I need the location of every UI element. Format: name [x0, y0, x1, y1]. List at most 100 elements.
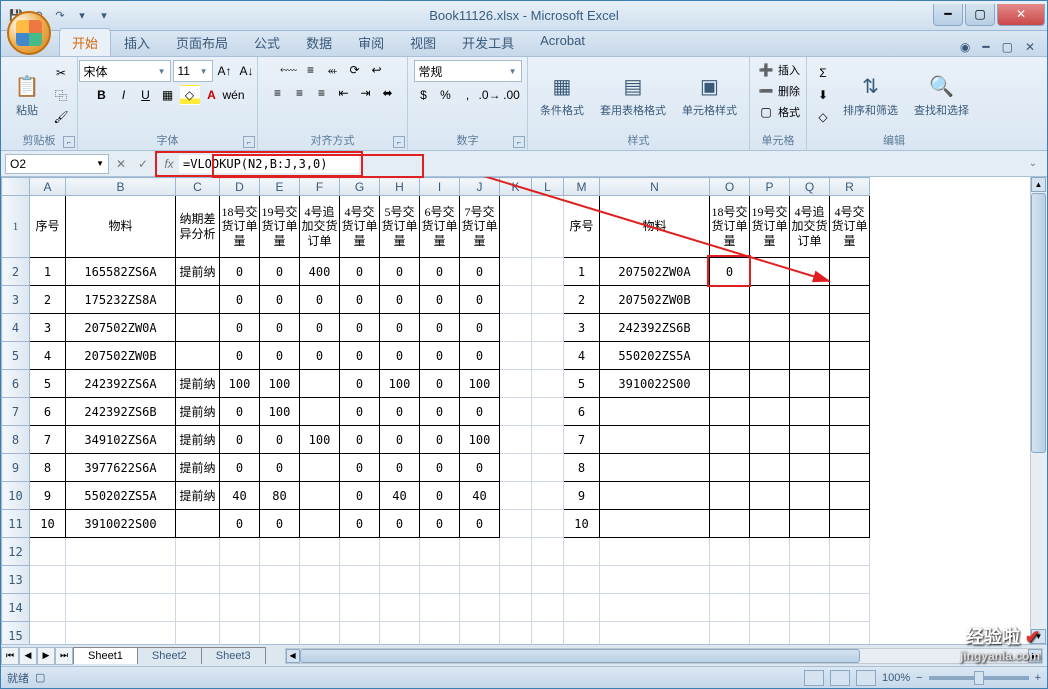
align-center-icon[interactable]: ≡: [290, 83, 310, 103]
copy-icon[interactable]: ⿻: [51, 85, 71, 105]
font-size-combo[interactable]: 11▼: [173, 60, 213, 82]
align-right-icon[interactable]: ≡: [312, 83, 332, 103]
indent-decrease-icon[interactable]: ⇤: [334, 83, 354, 103]
currency-icon[interactable]: $: [414, 85, 434, 105]
sort-filter-button[interactable]: ⇅排序和筛选: [837, 70, 904, 120]
underline-icon[interactable]: U: [136, 85, 156, 105]
indent-increase-icon[interactable]: ⇥: [356, 83, 376, 103]
select-all-corner[interactable]: [2, 178, 30, 196]
percent-icon[interactable]: %: [436, 85, 456, 105]
align-mid-icon[interactable]: ≡: [301, 60, 321, 80]
macro-icon[interactable]: ▢: [35, 671, 45, 684]
orientation-icon[interactable]: ⟳: [345, 60, 365, 80]
row-header-13[interactable]: 13: [2, 566, 30, 594]
cut-icon[interactable]: ✂: [51, 63, 71, 83]
ribbon-help-icon[interactable]: ◉: [956, 38, 974, 56]
formula-input[interactable]: =VLOOKUP(N2,B:J,3,0): [179, 155, 359, 173]
align-bot-icon[interactable]: ⬴: [323, 60, 343, 80]
paste-button[interactable]: 📋 粘贴: [7, 70, 47, 120]
sheet-tab-Sheet3[interactable]: Sheet3: [201, 647, 266, 664]
enter-formula-icon[interactable]: ✓: [133, 154, 153, 174]
zoom-out-icon[interactable]: −: [916, 672, 922, 684]
close-button[interactable]: ✕: [997, 4, 1045, 26]
name-box[interactable]: O2▼: [5, 154, 109, 174]
row-header-10[interactable]: 10: [2, 482, 30, 510]
row-header-7[interactable]: 7: [2, 398, 30, 426]
zoom-level[interactable]: 100%: [882, 672, 910, 684]
row-header-9[interactable]: 9: [2, 454, 30, 482]
tab-页面布局[interactable]: 页面布局: [163, 28, 241, 56]
undo-dd-icon[interactable]: ▾: [73, 7, 91, 25]
row-header-5[interactable]: 5: [2, 342, 30, 370]
delete-cells-icon[interactable]: ➖: [756, 81, 776, 101]
conditional-format-button[interactable]: ▦条件格式: [534, 70, 590, 120]
col-header-Q[interactable]: Q: [790, 178, 830, 196]
tab-Acrobat[interactable]: Acrobat: [527, 28, 598, 56]
ribbon-min-icon[interactable]: ━: [978, 38, 993, 56]
normal-view-icon[interactable]: [804, 670, 824, 686]
row-header-15[interactable]: 15: [2, 622, 30, 645]
row-header-3[interactable]: 3: [2, 286, 30, 314]
tab-插入[interactable]: 插入: [111, 28, 163, 56]
format-painter-icon[interactable]: 🖌: [51, 107, 71, 127]
qat-more-icon[interactable]: ▾: [95, 7, 113, 25]
row-header-1[interactable]: 1: [2, 196, 30, 258]
cell-styles-button[interactable]: ▣单元格样式: [676, 70, 743, 120]
shrink-font-icon[interactable]: A↓: [237, 61, 257, 81]
office-button[interactable]: [7, 11, 51, 55]
tab-开发工具[interactable]: 开发工具: [449, 28, 527, 56]
col-header-J[interactable]: J: [460, 178, 500, 196]
spreadsheet-grid[interactable]: ABCDEFGHIJKLMNOPQR1序号物料纳期差异分析18号交货订单量19号…: [1, 177, 870, 644]
grow-font-icon[interactable]: A↑: [215, 61, 235, 81]
dec-decimal-icon[interactable]: .00: [502, 85, 522, 105]
cancel-formula-icon[interactable]: ✕: [111, 154, 131, 174]
page-layout-view-icon[interactable]: [830, 670, 850, 686]
row-header-12[interactable]: 12: [2, 538, 30, 566]
doc-restore-icon[interactable]: ▢: [998, 38, 1017, 56]
col-header-I[interactable]: I: [420, 178, 460, 196]
wrap-text-icon[interactable]: ↩: [367, 60, 387, 80]
col-header-A[interactable]: A: [30, 178, 66, 196]
row-header-6[interactable]: 6: [2, 370, 30, 398]
align-left-icon[interactable]: ≡: [268, 83, 288, 103]
tab-开始[interactable]: 开始: [59, 28, 111, 56]
row-header-14[interactable]: 14: [2, 594, 30, 622]
table-format-button[interactable]: ▤套用表格格式: [594, 70, 672, 120]
fill-icon[interactable]: ⬇: [813, 85, 833, 105]
col-header-O[interactable]: O: [710, 178, 750, 196]
sheet-tab-Sheet1[interactable]: Sheet1: [73, 647, 138, 664]
zoom-in-icon[interactable]: +: [1035, 672, 1041, 684]
sheet-tab-Sheet2[interactable]: Sheet2: [137, 647, 202, 664]
redo-icon[interactable]: ↷: [51, 7, 69, 25]
zoom-slider[interactable]: [929, 676, 1029, 680]
maximize-button[interactable]: ▢: [965, 4, 995, 26]
col-header-M[interactable]: M: [564, 178, 600, 196]
col-header-C[interactable]: C: [176, 178, 220, 196]
insert-cells-icon[interactable]: ➕: [756, 60, 776, 80]
merge-icon[interactable]: ⬌: [378, 83, 398, 103]
align-launcher-icon[interactable]: ⌐: [393, 136, 405, 148]
col-header-R[interactable]: R: [830, 178, 870, 196]
col-header-B[interactable]: B: [66, 178, 176, 196]
font-launcher-icon[interactable]: ⌐: [243, 136, 255, 148]
clipboard-launcher-icon[interactable]: ⌐: [63, 136, 75, 148]
minimize-button[interactable]: ━: [933, 4, 963, 26]
row-header-11[interactable]: 11: [2, 510, 30, 538]
col-header-P[interactable]: P: [750, 178, 790, 196]
expand-formula-icon[interactable]: ⌄: [1023, 154, 1043, 174]
col-header-H[interactable]: H: [380, 178, 420, 196]
col-header-K[interactable]: K: [500, 178, 532, 196]
sheet-nav[interactable]: ⏮◀▶⏭: [1, 647, 73, 665]
tab-数据[interactable]: 数据: [293, 28, 345, 56]
clear-icon[interactable]: ◇: [813, 107, 833, 127]
col-header-F[interactable]: F: [300, 178, 340, 196]
page-break-view-icon[interactable]: [856, 670, 876, 686]
row-header-2[interactable]: 2: [2, 258, 30, 286]
italic-icon[interactable]: I: [114, 85, 134, 105]
align-top-icon[interactable]: ⬳: [279, 60, 299, 80]
inc-decimal-icon[interactable]: .0→: [480, 85, 500, 105]
bold-icon[interactable]: B: [92, 85, 112, 105]
col-header-D[interactable]: D: [220, 178, 260, 196]
tab-公式[interactable]: 公式: [241, 28, 293, 56]
border-icon[interactable]: ▦: [158, 85, 178, 105]
